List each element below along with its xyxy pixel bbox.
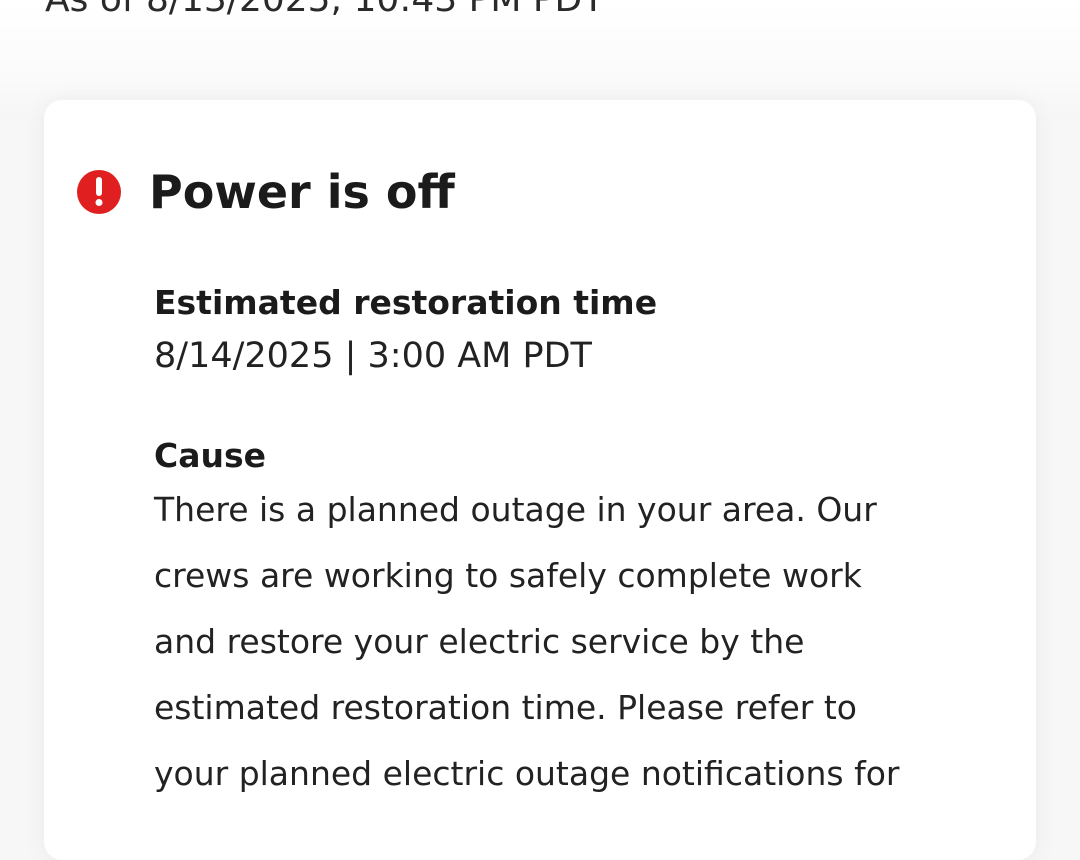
as-of-timestamp: As of 8/13/2025, 10:43 PM PDT [45, 0, 604, 22]
restoration-section: Estimated restoration time 8/14/2025 | 3… [154, 282, 657, 378]
cause-description: There is a planned outage in your area. … [154, 477, 954, 807]
outage-status-card: Power is off Estimated restoration time … [44, 100, 1036, 860]
cause-line: crews are working to safely complete wor… [154, 556, 862, 595]
cause-line: estimated restoration time. Please refer… [154, 688, 857, 727]
restoration-time: 8/14/2025 | 3:00 AM PDT [154, 336, 592, 376]
restoration-label: Estimated restoration time [154, 283, 658, 322]
status-title: Power is off [149, 165, 455, 219]
cause-line: your planned electric outage notificatio… [154, 754, 900, 793]
cause-section: Cause There is a planned outage in your … [154, 435, 954, 807]
cause-label: Cause [154, 436, 267, 475]
cause-line: There is a planned outage in your area. … [154, 490, 877, 529]
cause-line: and restore your electric service by the [154, 622, 805, 661]
alert-icon [77, 170, 121, 214]
